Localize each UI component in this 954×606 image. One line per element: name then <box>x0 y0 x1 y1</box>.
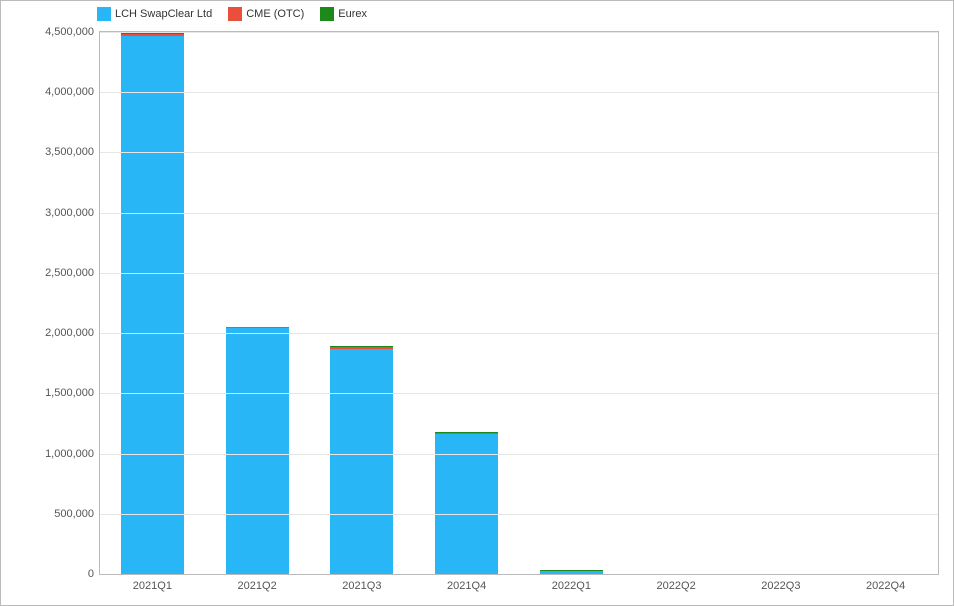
x-tick-label: 2022Q2 <box>657 580 696 592</box>
bar-stack <box>330 346 393 574</box>
chart-frame: LCH SwapClear LtdCME (OTC)Eurex 2021Q120… <box>0 0 954 606</box>
y-tick-label: 4,500,000 <box>45 26 94 38</box>
bar-stack <box>540 570 603 574</box>
x-tick-label: 2021Q4 <box>447 580 486 592</box>
gridline <box>100 92 938 93</box>
gridline <box>100 32 938 33</box>
bar-segment[interactable] <box>121 36 184 574</box>
bar-stack <box>226 327 289 575</box>
gridline <box>100 273 938 274</box>
legend-label: LCH SwapClear Ltd <box>115 8 212 20</box>
x-tick-label: 2022Q3 <box>761 580 800 592</box>
gridline <box>100 152 938 153</box>
legend-swatch <box>228 7 242 21</box>
bar-segment[interactable] <box>540 571 603 574</box>
legend-label: Eurex <box>338 8 367 20</box>
legend-item[interactable]: LCH SwapClear Ltd <box>97 7 212 21</box>
bar-segment[interactable] <box>435 434 498 574</box>
y-tick-label: 0 <box>88 568 94 580</box>
y-tick-label: 1,500,000 <box>45 387 94 399</box>
gridline <box>100 333 938 334</box>
y-tick-label: 3,500,000 <box>45 146 94 158</box>
y-tick-label: 2,000,000 <box>45 327 94 339</box>
legend-swatch <box>97 7 111 21</box>
gridline <box>100 393 938 394</box>
y-tick-label: 2,500,000 <box>45 267 94 279</box>
gridline <box>100 213 938 214</box>
x-tick-label: 2021Q3 <box>342 580 381 592</box>
legend: LCH SwapClear Ltd CME (OTC) Eurex <box>97 7 367 21</box>
y-tick-label: 3,000,000 <box>45 207 94 219</box>
bar-stack <box>121 33 184 574</box>
x-tick-label: 2022Q4 <box>866 580 905 592</box>
bar-segment[interactable] <box>226 328 289 574</box>
legend-item[interactable]: CME (OTC) <box>228 7 304 21</box>
bar-segment[interactable] <box>330 349 393 574</box>
legend-item[interactable]: Eurex <box>320 7 367 21</box>
x-tick-label: 2022Q1 <box>552 580 591 592</box>
bars-layer <box>100 32 938 574</box>
x-tick-label: 2021Q2 <box>238 580 277 592</box>
gridline <box>100 514 938 515</box>
y-tick-label: 500,000 <box>54 508 94 520</box>
gridline <box>100 454 938 455</box>
x-tick-label: 2021Q1 <box>133 580 172 592</box>
legend-label: CME (OTC) <box>246 8 304 20</box>
y-tick-label: 4,000,000 <box>45 86 94 98</box>
y-tick-label: 1,000,000 <box>45 448 94 460</box>
plot-area: 2021Q12021Q22021Q32021Q42022Q12022Q22022… <box>99 31 939 575</box>
legend-swatch <box>320 7 334 21</box>
